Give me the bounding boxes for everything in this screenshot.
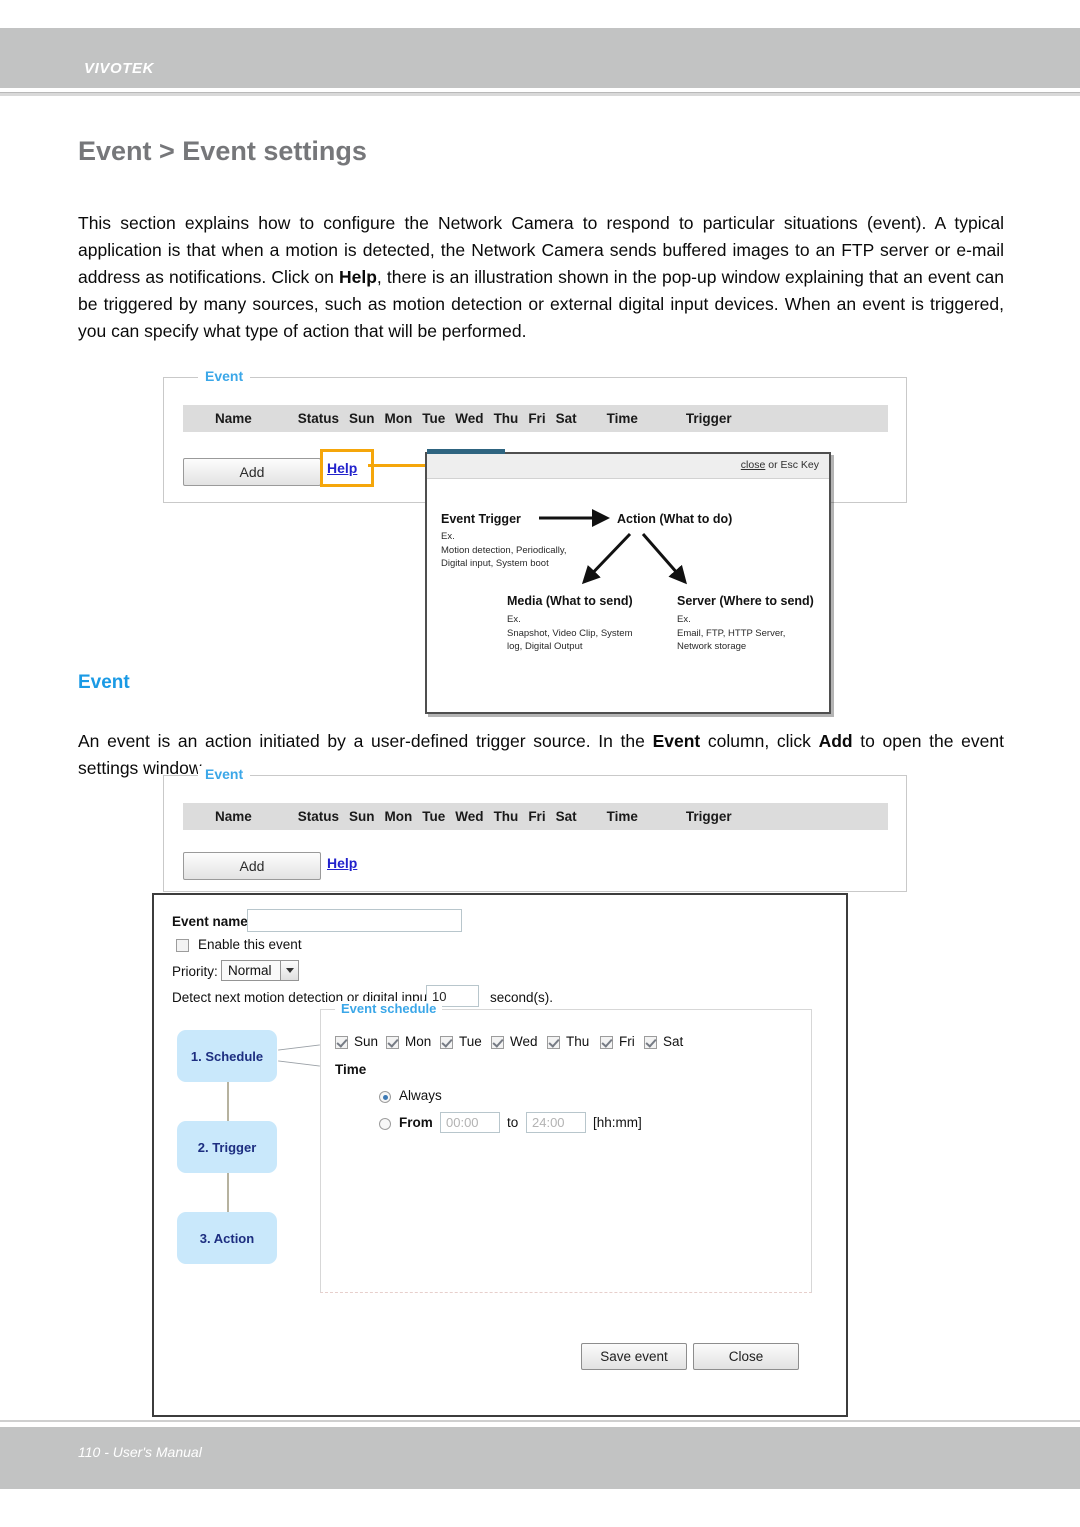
time-always-radio[interactable] [379,1091,391,1103]
brand-logo: VIVOTEK [84,60,155,77]
event-name-input[interactable] [247,909,462,932]
close-button[interactable]: Close [693,1343,799,1370]
step-trigger-button[interactable]: 2. Trigger [177,1121,277,1173]
time-always-label: Always [399,1088,442,1103]
footer-text: 110 - User's Manual [78,1444,202,1460]
col-time: Time [606,411,638,426]
priority-value: Normal [228,963,272,978]
intro-paragraph: This section explains how to configure t… [78,210,1004,345]
col-thu: Thu [493,411,519,426]
footer-divider [0,1420,1080,1422]
event-text-part1: An event is an action initiated by a use… [78,731,653,751]
detect-interval-suffix: second(s). [490,990,554,1005]
help-connector-line [368,464,425,467]
col-trigger: Trigger [685,411,732,426]
time-from-radio[interactable] [379,1118,391,1130]
col2-name: Name [215,809,252,824]
col-fri: Fri [528,411,546,426]
priority-label: Priority: [172,964,218,979]
day-label-thu: Thu [566,1034,590,1049]
step-action-button[interactable]: 3. Action [177,1212,277,1264]
col-wed: Wed [455,411,484,426]
day-checkbox-sun[interactable] [335,1036,348,1049]
day-label-mon: Mon [405,1034,432,1049]
col2-mon: Mon [384,809,413,824]
manual-page: VIVOTEK Event > Event settings This sect… [0,0,1080,1527]
time-from-label: From [399,1115,433,1130]
help-popup: close or Esc Key Event Trigger Ex. Motio… [425,449,831,714]
event-bold-add: Add [818,731,853,751]
event-settings-dialog: Event name: Enable this event Priority: … [152,893,848,1417]
event-table-header-2: Name Status Sun Mon Tue Wed Thu Fri Sat … [183,803,888,830]
step-arrow-2 [224,1173,232,1223]
col2-status: Status [297,809,340,824]
day-label-sun: Sun [354,1034,379,1049]
schedule-connector-top [278,1044,320,1051]
time-to-label: to [507,1115,519,1130]
add-button-2[interactable]: Add [183,852,321,880]
event-name-label: Event name: [172,914,253,929]
col-tue: Tue [422,411,446,426]
event-panel-2: Event Name Status Sun Mon Tue Wed Thu Fr… [163,766,907,892]
col2-fri: Fri [528,809,546,824]
col-sun: Sun [349,411,375,426]
col2-trigger: Trigger [685,809,732,824]
save-event-button[interactable]: Save event [581,1343,687,1370]
help-highlight-box [320,449,374,487]
col-mon: Mon [384,411,413,426]
day-label-sat: Sat [663,1034,684,1049]
event-panel-1-legend: Event [198,368,251,384]
day-checkbox-mon[interactable] [386,1036,399,1049]
time-to-input[interactable]: 24:00 [526,1112,586,1133]
event-bold-event: Event [652,731,701,751]
day-label-wed: Wed [510,1034,538,1049]
day-checkbox-fri[interactable] [600,1036,613,1049]
day-checkbox-thu[interactable] [547,1036,560,1049]
schedule-connector-bottom [278,1060,320,1067]
header-bar [0,28,1080,88]
day-checkbox-wed[interactable] [491,1036,504,1049]
day-checkbox-tue[interactable] [440,1036,453,1049]
col2-sun: Sun [349,809,375,824]
time-from-input[interactable]: 00:00 [440,1112,500,1133]
col2-sat: Sat [555,809,577,824]
enable-event-label: Enable this event [198,937,302,952]
day-checkbox-sat[interactable] [644,1036,657,1049]
col2-thu: Thu [493,809,519,824]
event-table-header-1: Name Status Sun Mon Tue Wed Thu Fri Sat … [183,405,888,432]
col-sat: Sat [555,411,577,426]
priority-select[interactable]: Normal [221,960,299,981]
day-label-tue: Tue [459,1034,482,1049]
col2-wed: Wed [455,809,484,824]
step-arrow-1 [224,1082,232,1132]
col-name: Name [215,411,252,426]
help-link-2[interactable]: Help [327,855,357,871]
add-button-1[interactable]: Add [183,458,321,486]
event-panel-2-legend: Event [198,766,251,782]
col2-time: Time [606,809,638,824]
day-label-fri: Fri [619,1034,635,1049]
page-title: Event > Event settings [78,136,367,166]
event-schedule-legend: Event schedule [335,1001,443,1016]
event-schedule-panel: Event schedule Sun Mon Tue Wed Thu Fri S… [320,1001,812,1293]
time-format-hint: [hh:mm] [593,1115,642,1130]
enable-event-checkbox[interactable] [176,939,189,952]
popup-arrows [539,509,687,585]
step-schedule-button[interactable]: 1. Schedule [177,1030,277,1082]
header-divider [0,92,1080,96]
intro-bold-help: Help [338,267,377,287]
event-text-part2: column, click [700,731,819,751]
chevron-down-icon[interactable] [280,961,298,980]
col-status: Status [297,411,340,426]
time-label: Time [335,1062,367,1077]
section-heading-event: Event [78,672,130,693]
col2-tue: Tue [422,809,446,824]
